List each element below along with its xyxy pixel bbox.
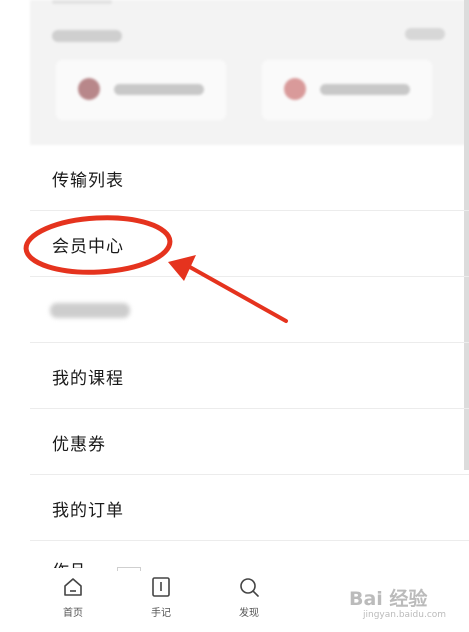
watermark-url-text: jingyan.baidu.com [363, 610, 447, 620]
menu-item-blurred[interactable] [30, 277, 469, 343]
blurred-card-text [114, 84, 204, 95]
tab-home[interactable]: 首页 [43, 576, 103, 619]
menu-item-my-orders[interactable]: 我的订单 [30, 475, 469, 541]
tab-label: 发现 [239, 608, 259, 619]
menu-item-label: 我的课程 [52, 369, 124, 389]
partial-badge [117, 567, 141, 571]
menu-item-member-center[interactable]: 会员中心 [30, 211, 469, 277]
blurred-section-more [405, 28, 445, 40]
menu-item-label: 优惠券 [52, 435, 106, 455]
home-icon [64, 578, 82, 596]
blurred-card-icon [284, 78, 306, 100]
menu-item-transfer-list[interactable]: 传输列表 [30, 145, 469, 211]
search-icon [240, 578, 259, 597]
menu-item-partial[interactable]: 作品 [52, 558, 86, 568]
menu-item-label: 传输列表 [52, 171, 124, 191]
tab-notes[interactable]: 手记 [131, 576, 191, 619]
menu-item-coupons[interactable]: 优惠券 [30, 409, 469, 475]
watermark-main-text: Bai 经验 [349, 588, 428, 610]
blurred-card-text [320, 84, 410, 95]
notebook-icon [152, 577, 170, 597]
blurred-card[interactable] [56, 60, 226, 120]
menu-item-label: 我的订单 [52, 501, 124, 521]
blurred-section-title [52, 30, 122, 42]
blurred-card-icon [78, 78, 100, 100]
baidu-jingyan-watermark: Bai 经验 jingyan.baidu.com [349, 584, 459, 624]
blurred-header-panel [30, 0, 469, 145]
menu-item-label: 会员中心 [52, 237, 124, 257]
blurred-menu-label [50, 303, 130, 318]
menu-item-my-courses[interactable]: 我的课程 [30, 343, 469, 409]
blurred-card[interactable] [262, 60, 432, 120]
blurred-top-line [52, 0, 112, 4]
tab-discover[interactable]: 发现 [219, 576, 279, 619]
tab-label: 手记 [151, 608, 171, 619]
tab-label: 首页 [63, 608, 83, 619]
